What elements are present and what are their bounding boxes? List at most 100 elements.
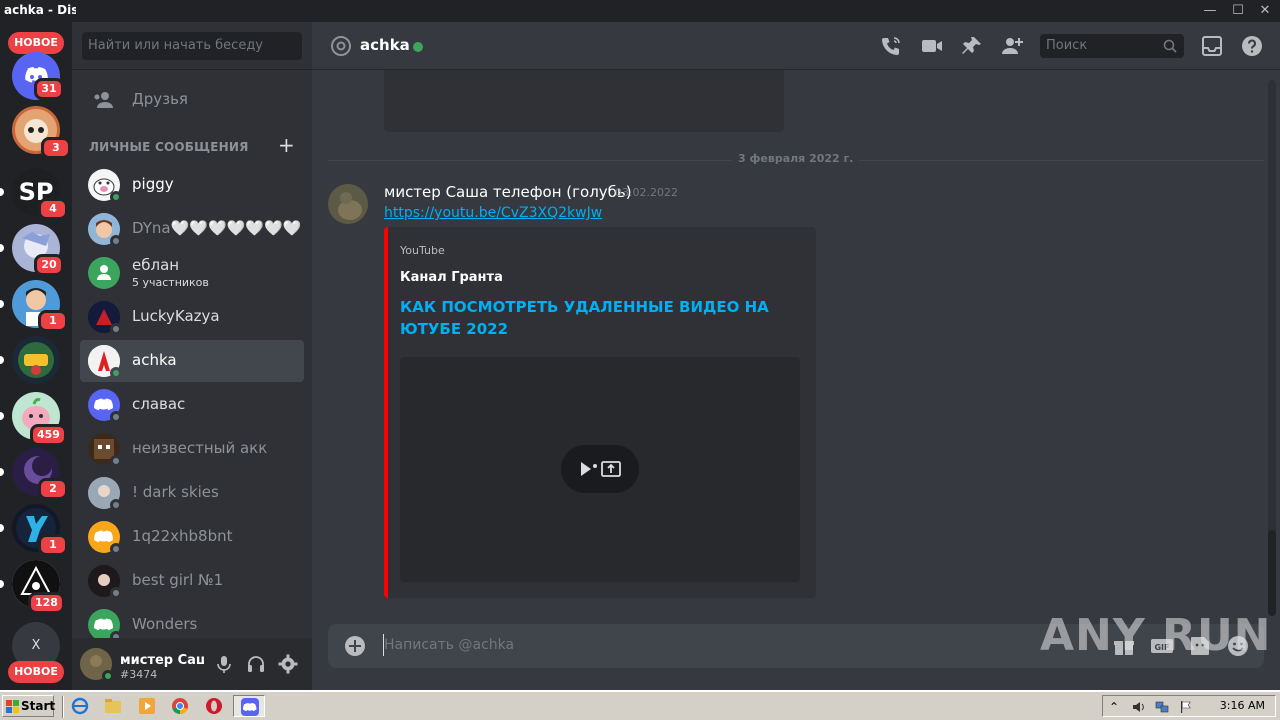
server-1[interactable]: 3 (12, 106, 71, 159)
status-offline-icon (110, 587, 122, 599)
server-unread-indicator (0, 244, 4, 252)
dm-name: LuckyKazya (132, 307, 220, 325)
message-author-avatar[interactable] (328, 184, 368, 224)
dm-subtitle: 5 участников (132, 276, 209, 289)
chat-panel: achka Поиск 3 февраля 2022 г. мистер Саш… (312, 22, 1280, 690)
scrollbar-thumb[interactable] (1268, 530, 1276, 616)
maximize-icon[interactable]: ☐ (1223, 0, 1253, 22)
discord-icon (241, 698, 259, 716)
opera-icon[interactable] (205, 697, 223, 715)
server-8-badge: 1 (38, 534, 68, 556)
show-hidden-icons-icon[interactable]: ⌃ (1109, 700, 1123, 714)
server-rail: НОВОЕ 31 3 SP 4 20 1 459 2 1 128 X НОВОЕ (0, 22, 72, 690)
dm-item-piggy[interactable]: piggy (80, 164, 304, 206)
dm-name: achka (132, 351, 177, 369)
message-link[interactable]: https://youtu.be/CvZ3XQ2kwJw (384, 205, 602, 221)
dm-name: ! dark skies (132, 483, 219, 501)
message-input-placeholder: Написать @achka (384, 637, 515, 653)
dm-item-best-girl[interactable]: best girl №1 (80, 560, 304, 602)
friends-icon (94, 92, 113, 108)
network-icon[interactable] (1155, 700, 1169, 714)
dm-name: best girl №1 (132, 571, 224, 589)
embed-provider[interactable]: YouTube (400, 244, 445, 257)
window-titlebar: achka - Discord — ☐ ✕ (0, 0, 1280, 22)
chat-scrollbar[interactable] (1268, 80, 1276, 616)
dm-item-1q22[interactable]: 1q22xhb8bnt (80, 516, 304, 558)
dm-item-luckykazya[interactable]: LuckyKazya (80, 296, 304, 338)
message-timestamp: 03.02.2022 (615, 186, 678, 199)
attach-plus-icon[interactable] (344, 635, 366, 657)
server-7-badge: 2 (38, 478, 68, 500)
dm-item-group[interactable]: еблан 5 участников (80, 252, 304, 294)
inbox-icon[interactable] (1200, 34, 1224, 58)
dm-item-unknown[interactable]: неизвестный акк (80, 428, 304, 470)
taskbar-discord-button[interactable] (233, 695, 265, 717)
chat-search-input[interactable]: Поиск (1040, 34, 1184, 58)
server-4[interactable]: 1 (12, 280, 68, 332)
chat-title: achka (360, 36, 410, 54)
dm-name: славас (132, 395, 186, 413)
dm-item-achka[interactable]: achka (80, 340, 304, 382)
minimize-icon[interactable]: — (1195, 0, 1225, 22)
new-badge-top[interactable]: НОВОЕ (8, 32, 64, 54)
server-x-label: X (31, 638, 41, 653)
dm-item-slavas[interactable]: славас (80, 384, 304, 426)
media-player-icon[interactable] (138, 697, 156, 715)
action-center-flag-icon[interactable] (1179, 700, 1193, 714)
brawl-stars-icon (18, 342, 54, 378)
status-online-icon (102, 670, 114, 682)
settings-gear-icon[interactable] (278, 654, 298, 674)
video-call-icon[interactable] (920, 34, 944, 58)
server-sp[interactable]: SP 4 (12, 168, 68, 220)
pinned-messages-icon[interactable] (960, 34, 984, 58)
embed-title[interactable]: КАК ПОСМОТРЕТЬ УДАЛЕННЫЕ ВИДЕО НА ЮТУБЕ … (400, 296, 800, 340)
headphones-icon[interactable] (246, 654, 266, 674)
status-offline-icon (110, 235, 122, 247)
group-icon (97, 265, 111, 280)
play-icon (581, 461, 621, 477)
file-explorer-icon[interactable] (104, 697, 122, 715)
internet-explorer-icon[interactable] (71, 697, 89, 715)
server-unread-indicator (0, 468, 4, 476)
message-author[interactable]: мистер Саша телефон (голубь) (384, 183, 632, 201)
dm-item-dyna[interactable]: DYna🤍🤍🤍🤍🤍🤍🤍… (80, 208, 304, 250)
embed-author[interactable]: Канал Гранта (400, 270, 503, 285)
server-7[interactable]: 2 (12, 448, 68, 500)
video-play-button[interactable] (561, 445, 639, 493)
voice-call-icon[interactable] (879, 34, 903, 58)
server-sp-badge: 4 (38, 198, 68, 220)
help-icon[interactable] (1240, 34, 1264, 58)
dm-name: DYna🤍🤍🤍🤍🤍🤍🤍… (132, 219, 302, 237)
server-9[interactable]: 128 (12, 560, 65, 614)
embed-video-thumbnail[interactable] (400, 357, 800, 582)
find-conversation-input[interactable]: Найти или начать беседу (82, 32, 302, 60)
microphone-icon[interactable] (214, 654, 234, 674)
user-tag: #3474 (120, 668, 158, 681)
status-online-icon (413, 42, 423, 52)
chat-search-placeholder: Поиск (1046, 38, 1088, 53)
status-offline-icon (110, 411, 122, 423)
add-friends-to-dm-icon[interactable] (1000, 34, 1024, 58)
volume-icon[interactable] (1131, 700, 1145, 714)
server-unread-indicator (0, 300, 4, 308)
dm-name: piggy (132, 175, 174, 193)
home-button[interactable]: 31 (12, 52, 64, 100)
dm-name: неизвестный акк (132, 439, 268, 457)
start-label: Start (21, 699, 56, 713)
dm-item-dark-skies[interactable]: ! dark skies (80, 472, 304, 514)
close-icon[interactable]: ✕ (1250, 0, 1280, 22)
create-dm-icon[interactable]: + (278, 135, 295, 155)
chrome-icon[interactable] (171, 697, 189, 715)
dm-name: 1q22xhb8bnt (132, 527, 233, 545)
friends-button[interactable]: Друзья (80, 78, 304, 122)
dm-section-header: ЛИЧНЫЕ СООБЩЕНИЯ (89, 140, 249, 154)
system-tray: ⌃ 3:16 AM (1102, 695, 1276, 717)
server-3[interactable]: 20 (12, 224, 64, 276)
server-6[interactable]: 459 (12, 392, 67, 446)
server-5[interactable] (12, 336, 60, 384)
server-8[interactable]: 1 (12, 504, 68, 556)
start-button[interactable]: Start (2, 695, 56, 717)
new-badge-bottom[interactable]: НОВОЕ (8, 661, 64, 683)
status-offline-icon (110, 499, 122, 511)
dm-name: Wonders (132, 615, 198, 633)
